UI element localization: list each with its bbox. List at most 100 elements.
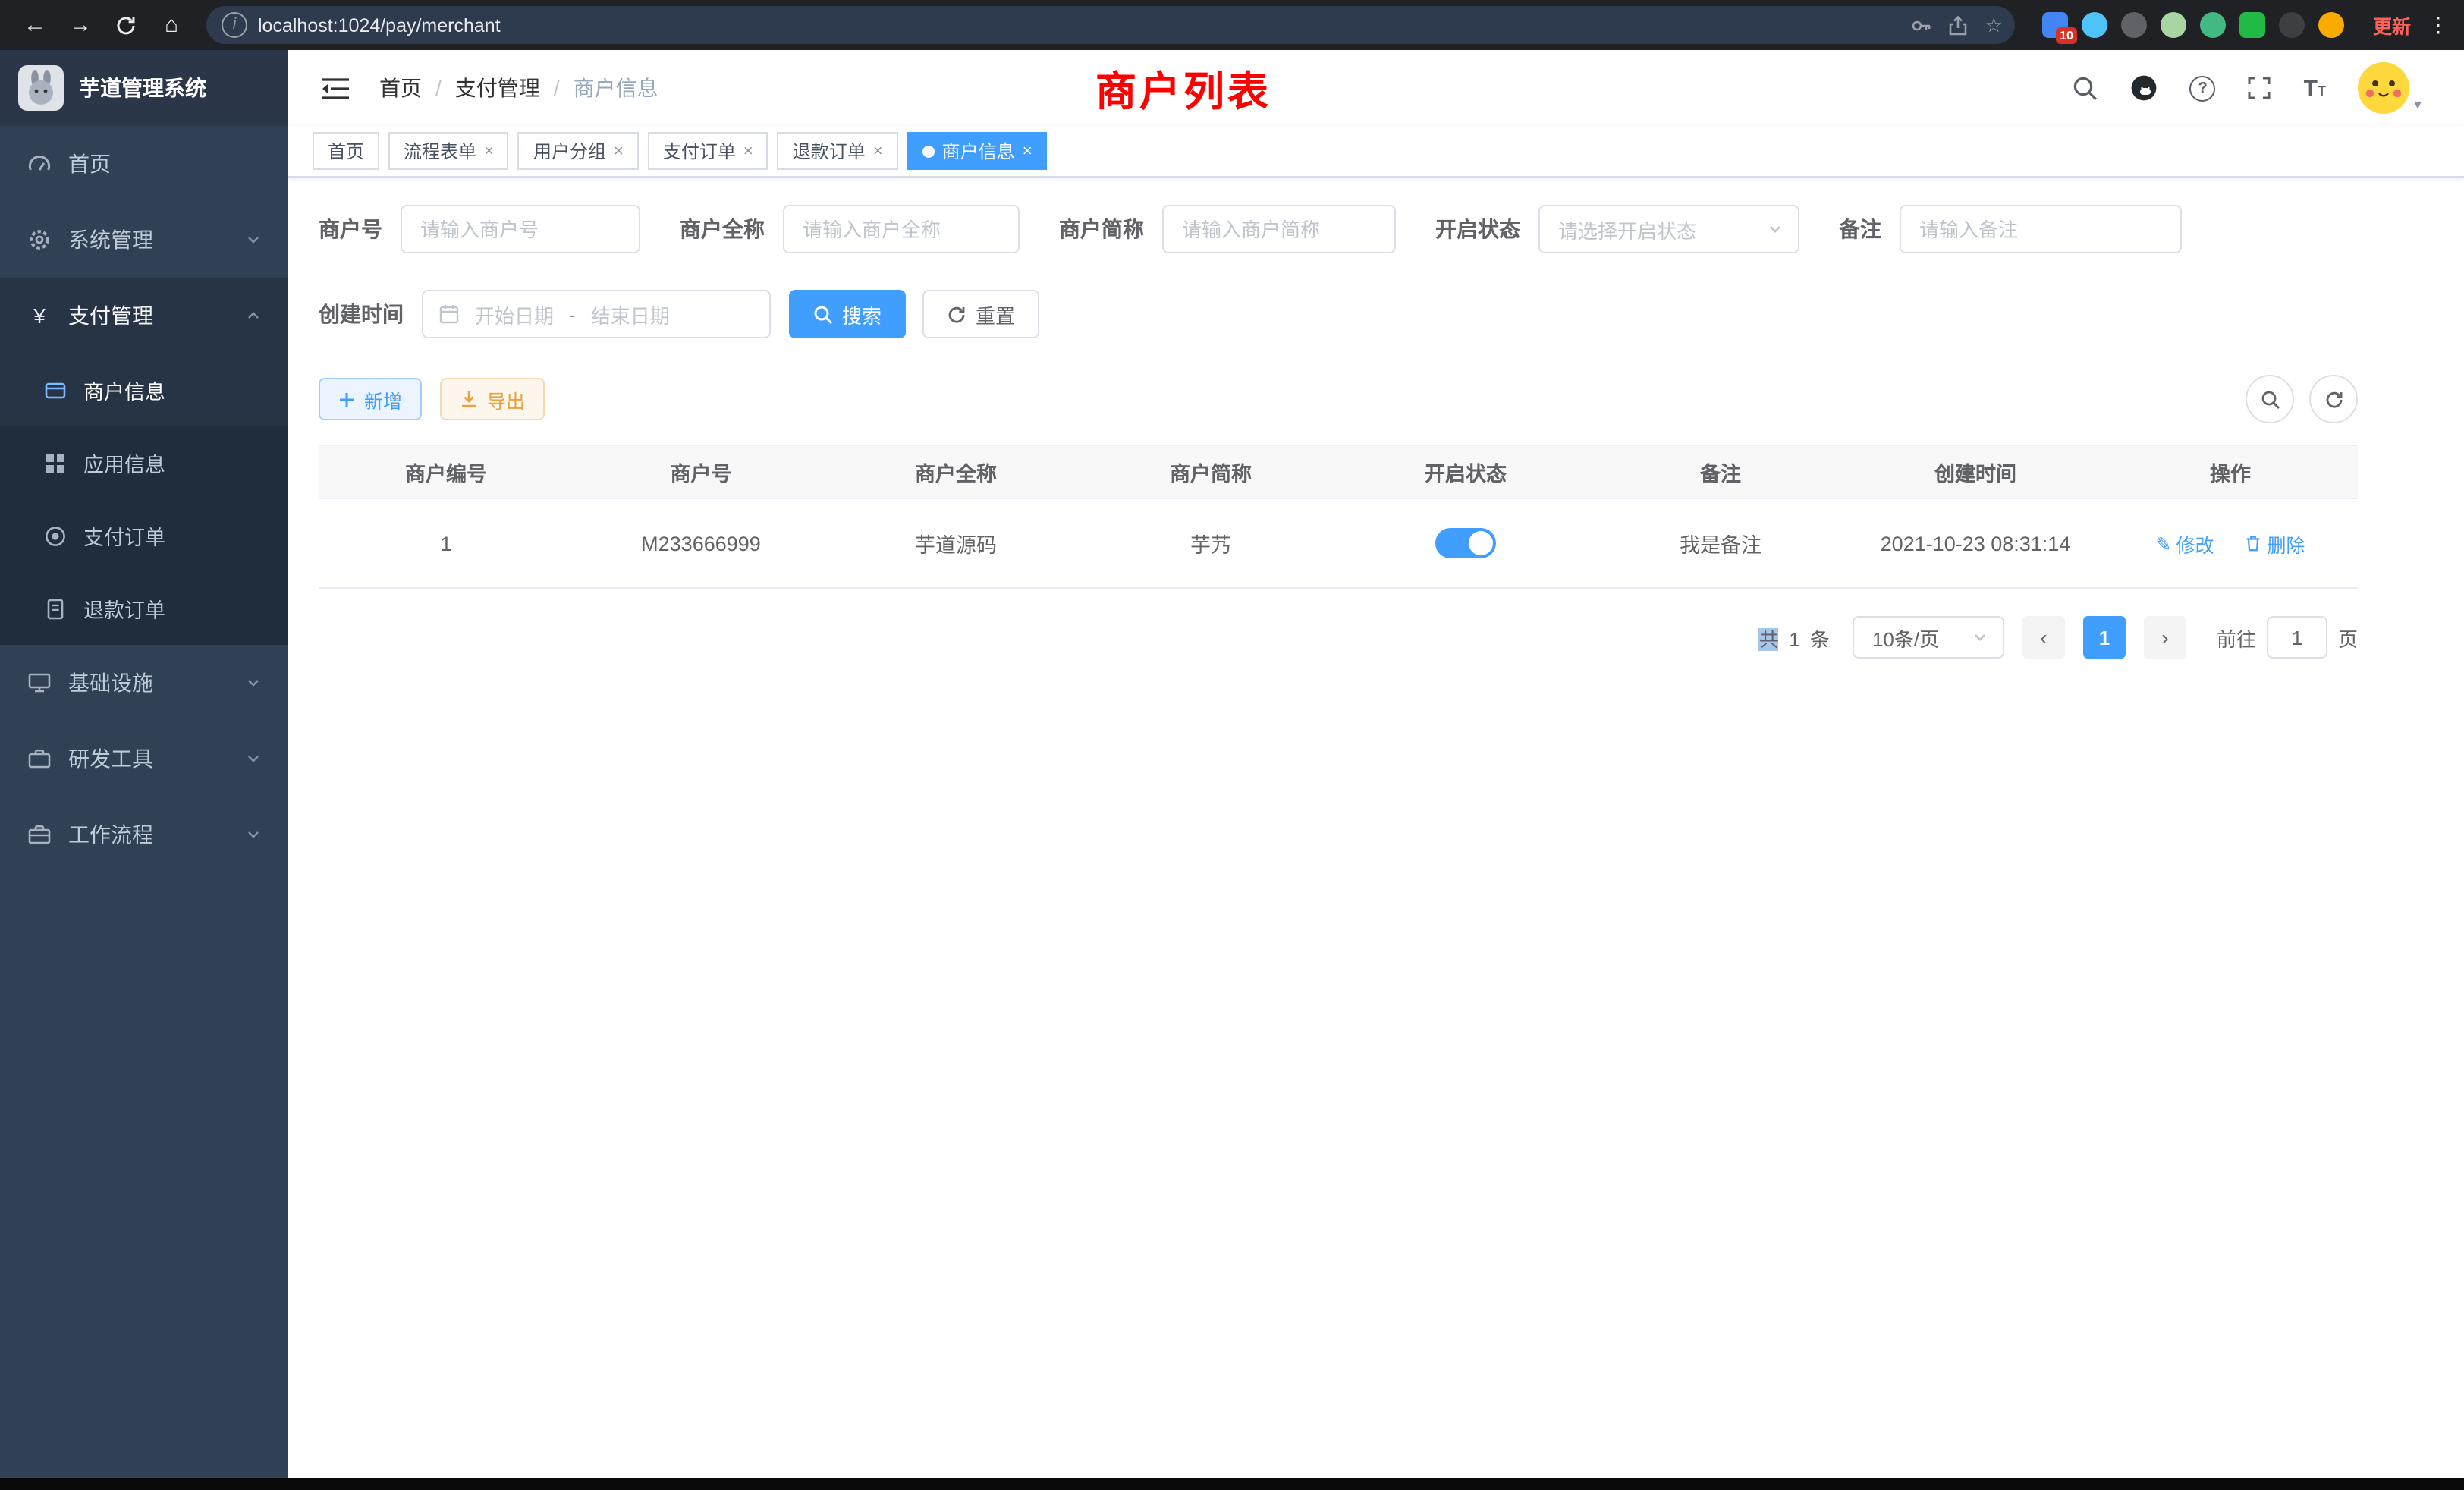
date-start-placeholder[interactable]: 开始日期 [475, 300, 554, 328]
sidebar-item-home[interactable]: 首页 [0, 126, 288, 202]
vue-devtools-icon[interactable] [2200, 12, 2226, 38]
tab-pay-order[interactable]: 支付订单 × [648, 132, 768, 170]
trash-icon [2244, 534, 2262, 552]
yen-icon: ¥ [27, 303, 52, 328]
sidebar-collapse-button[interactable] [322, 77, 349, 99]
sidebar-item-infrastructure[interactable]: 基础设施 [0, 645, 288, 721]
extensions-cluster: 10 [2042, 12, 2344, 38]
goto-page-input[interactable] [2267, 616, 2327, 659]
sidebar-item-merchant-info[interactable]: 商户信息 [0, 354, 288, 426]
sidebar-item-dev-tools[interactable]: 研发工具 [0, 721, 288, 797]
tab-merchant-info[interactable]: 商户信息 × [907, 132, 1048, 170]
sidebar-item-pay-order[interactable]: 支付订单 [0, 499, 288, 572]
page-size-select[interactable]: 10条/页 [1853, 616, 2004, 659]
close-icon[interactable]: × [614, 142, 624, 160]
address-bar[interactable]: i localhost:1024/pay/merchant ☆ [206, 6, 2015, 44]
sidebar-item-workflow[interactable]: 工作流程 [0, 797, 288, 872]
export-button[interactable]: 导出 [440, 378, 545, 420]
reload-button[interactable] [106, 5, 146, 45]
sidebar-item-label: 应用信息 [83, 448, 165, 478]
user-avatar[interactable]: ▾ [2358, 62, 2422, 114]
next-page-button[interactable]: › [2144, 616, 2186, 659]
extension-icon[interactable]: 10 [2042, 12, 2068, 38]
edit-link[interactable]: ✎ 修改 [2155, 529, 2214, 558]
password-key-icon[interactable] [1911, 14, 1932, 36]
tab-label: 支付订单 [663, 138, 736, 164]
status-toggle[interactable] [1435, 528, 1496, 558]
pagination: 共 1 条 10条/页 ‹ 1 › 前往 页 [319, 616, 2358, 659]
back-button[interactable]: ← [15, 5, 55, 45]
page-1-button[interactable]: 1 [2083, 616, 2126, 659]
font-size-icon[interactable]: TT [2304, 75, 2326, 101]
document-icon [42, 596, 67, 621]
fullscreen-icon[interactable] [2248, 76, 2272, 100]
extension-icon[interactable] [2239, 12, 2265, 38]
filter-row-2: 创建时间 开始日期 - 结束日期 搜索 [319, 290, 2358, 338]
extension-icon[interactable] [2279, 12, 2305, 38]
merchant-table: 商户编号 商户号 商户全称 商户简称 开启状态 备注 创建时间 操作 1 M23… [319, 445, 2358, 589]
breadcrumb-item[interactable]: 首页 [379, 73, 422, 103]
browser-menu-icon[interactable]: ⋮ [2428, 12, 2449, 38]
col-header: 商户简称 [1083, 457, 1338, 487]
bookmark-star-icon[interactable]: ☆ [1985, 13, 2003, 37]
create-time-range-picker[interactable]: 开始日期 - 结束日期 [422, 290, 771, 338]
font-big-glyph: T [2304, 75, 2318, 101]
tab-home[interactable]: 首页 [313, 132, 379, 170]
sidebar-item-app-info[interactable]: 应用信息 [0, 426, 288, 499]
site-info-icon[interactable]: i [222, 12, 247, 38]
reset-button[interactable]: 重置 [922, 290, 1039, 338]
close-icon[interactable]: × [873, 142, 883, 160]
sidebar-item-label: 研发工具 [68, 743, 153, 774]
status-select[interactable]: 请选择开启状态 [1538, 205, 1799, 253]
search-icon[interactable] [2073, 75, 2099, 101]
search-button[interactable]: 搜索 [789, 290, 906, 338]
sidebar-item-refund-order[interactable]: 退款订单 [0, 572, 288, 645]
remark-input[interactable] [1900, 205, 2182, 253]
forward-button[interactable]: → [61, 5, 100, 45]
font-small-glyph: T [2318, 83, 2326, 98]
tab-refund-order[interactable]: 退款订单 × [778, 132, 898, 170]
extension-icon[interactable] [2161, 12, 2186, 38]
main-area: 首页 / 支付管理 / 商户信息 商户列表 ? TT [288, 50, 2464, 1478]
sidebar-item-system[interactable]: 系统管理 [0, 202, 288, 278]
extension-icon[interactable] [2082, 12, 2107, 38]
remark-label: 备注 [1839, 214, 1900, 244]
app-logo[interactable]: 芋道管理系统 [0, 50, 288, 126]
extension-icon[interactable] [2121, 12, 2147, 38]
add-button[interactable]: 新增 [319, 378, 422, 420]
refresh-table-button[interactable] [2309, 375, 2358, 423]
close-icon[interactable]: × [484, 142, 494, 160]
close-icon[interactable]: × [743, 142, 753, 160]
page-content: 商户号 商户全称 商户简称 开启状态 请选择开启状态 [288, 178, 2464, 1478]
sidebar-item-label: 商户信息 [83, 375, 165, 405]
cell-merchant-no: M233666999 [574, 532, 828, 555]
delete-link[interactable]: 删除 [2244, 529, 2305, 558]
share-icon[interactable] [1949, 14, 1969, 36]
profile-avatar-icon[interactable] [2318, 12, 2344, 38]
full-name-input[interactable] [783, 205, 1020, 253]
calendar-icon [438, 303, 460, 325]
chevron-down-icon [246, 232, 261, 247]
extension-badge: 10 [2056, 27, 2077, 44]
sidebar-item-payment[interactable]: ¥ 支付管理 [0, 278, 288, 354]
question-glyph: ? [2198, 80, 2207, 96]
date-end-placeholder[interactable]: 结束日期 [591, 300, 670, 328]
toggle-search-button[interactable] [2246, 375, 2294, 423]
dashboard-icon [27, 152, 52, 176]
browser-update-button[interactable]: 更新 [2373, 11, 2411, 39]
short-name-input[interactable] [1162, 205, 1396, 253]
total-unit: 条 [1810, 627, 1830, 650]
help-icon[interactable]: ? [2190, 75, 2216, 101]
merchant-no-input[interactable] [401, 205, 640, 253]
home-button[interactable]: ⌂ [152, 5, 191, 45]
github-icon[interactable] [2131, 74, 2158, 102]
tab-flow-form[interactable]: 流程表单 × [388, 132, 509, 170]
breadcrumb-item[interactable]: 支付管理 [455, 73, 540, 103]
prev-page-button[interactable]: ‹ [2022, 616, 2065, 659]
close-icon[interactable]: × [1023, 142, 1032, 160]
tab-label: 退款订单 [793, 138, 866, 164]
topbar: 首页 / 支付管理 / 商户信息 商户列表 ? TT [288, 50, 2464, 126]
url-text[interactable]: localhost:1024/pay/merchant [258, 14, 1911, 36]
toolbox-icon [27, 747, 52, 771]
tab-user-group[interactable]: 用户分组 × [518, 132, 639, 170]
